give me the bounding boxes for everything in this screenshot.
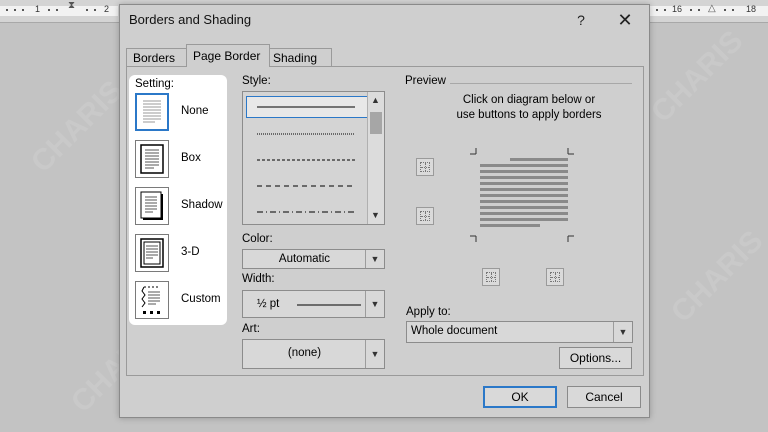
color-value: Automatic	[278, 253, 331, 265]
style-option-dash[interactable]	[257, 185, 355, 188]
right-border-icon	[550, 272, 560, 282]
setting-group: Setting: None Box Shadow 3-D Custom	[129, 75, 227, 325]
setting-box-icon	[135, 140, 169, 178]
preview-instructions: Click on diagram below or use buttons to…	[456, 94, 602, 121]
apply-to-label: Apply to:	[406, 306, 451, 318]
tab-page-border[interactable]: Page Border	[186, 44, 270, 67]
scroll-down-icon[interactable]: ▼	[371, 210, 380, 220]
setting-shadow-icon	[135, 187, 169, 225]
options-button[interactable]: Options...	[559, 347, 632, 369]
setting-custom[interactable]: Custom	[135, 281, 227, 321]
right-indent-marker-icon[interactable]: △	[708, 3, 716, 14]
setting-3d-label: 3-D	[181, 246, 200, 258]
borders-and-shading-dialog: Borders and Shading ? ✕ Borders Page Bor…	[119, 4, 650, 418]
ruler-number: 16	[672, 4, 683, 14]
left-border-button[interactable]	[482, 268, 500, 286]
right-border-button[interactable]	[546, 268, 564, 286]
ruler-number: 18	[746, 4, 757, 14]
indent-marker-icon[interactable]: ⧗	[68, 0, 75, 11]
setting-none[interactable]: None	[135, 93, 227, 133]
chevron-down-icon[interactable]: ▼	[365, 340, 384, 368]
setting-shadow[interactable]: Shadow	[135, 187, 227, 227]
color-dropdown[interactable]: Automatic ▼	[242, 249, 385, 269]
top-border-button[interactable]	[416, 158, 434, 176]
dialog-titlebar[interactable]: Borders and Shading ? ✕	[120, 5, 649, 35]
setting-box[interactable]: Box	[135, 140, 227, 180]
setting-shadow-label: Shadow	[181, 199, 223, 211]
watermark: CHARIS	[644, 24, 750, 129]
setting-custom-icon	[135, 281, 169, 319]
left-border-icon	[486, 272, 496, 282]
preview-diagram[interactable]	[470, 148, 580, 242]
tab-shading[interactable]: Shading	[266, 48, 332, 67]
scroll-up-icon[interactable]: ▲	[371, 95, 380, 105]
apply-to-value: Whole document	[411, 325, 498, 337]
watermark: CHARIS	[24, 74, 130, 179]
dialog-title: Borders and Shading	[129, 12, 252, 27]
bottom-border-button[interactable]	[416, 207, 434, 225]
chevron-down-icon[interactable]: ▼	[365, 291, 384, 317]
style-option-dash-dot[interactable]	[257, 211, 355, 214]
bottom-border-icon	[420, 211, 430, 221]
width-label: Width:	[242, 273, 275, 285]
width-dropdown[interactable]: ½ pt ▼	[242, 290, 385, 318]
art-value: (none)	[287, 347, 322, 359]
style-scrollbar[interactable]: ▲ ▼	[367, 92, 384, 224]
style-option-dotted[interactable]	[257, 133, 355, 136]
preview-divider	[450, 83, 632, 84]
chevron-down-icon[interactable]: ▼	[613, 322, 632, 342]
art-label: Art:	[242, 323, 260, 335]
ruler-page-area-left	[0, 6, 118, 16]
apply-to-dropdown[interactable]: Whole document ▼	[406, 321, 633, 343]
cancel-button[interactable]: Cancel	[567, 386, 641, 408]
setting-label: Setting:	[135, 78, 174, 90]
chevron-down-icon[interactable]: ▼	[365, 250, 384, 268]
ok-button[interactable]: OK	[483, 386, 557, 408]
watermark: CHARIS	[664, 224, 768, 329]
style-option-solid[interactable]	[257, 106, 355, 109]
style-option-small-dash[interactable]	[257, 159, 355, 162]
close-button[interactable]: ✕	[614, 9, 636, 31]
ruler-number: 1	[35, 4, 41, 14]
setting-3d[interactable]: 3-D	[135, 234, 227, 274]
top-border-icon	[420, 162, 430, 172]
setting-box-label: Box	[181, 152, 201, 164]
ruler-number: 2	[104, 4, 110, 14]
preview-label: Preview	[405, 75, 446, 87]
tab-borders[interactable]: Borders	[126, 48, 188, 67]
width-line-sample	[297, 304, 361, 306]
setting-custom-label: Custom	[181, 293, 221, 305]
help-button[interactable]: ?	[570, 10, 592, 30]
style-label: Style:	[242, 75, 271, 87]
color-label: Color:	[242, 233, 273, 245]
setting-3d-icon	[135, 234, 169, 272]
scroll-thumb[interactable]	[370, 112, 382, 134]
setting-none-label: None	[181, 105, 209, 117]
style-listbox[interactable]: ▲ ▼	[242, 91, 385, 225]
art-dropdown[interactable]: (none) ▼	[242, 339, 385, 369]
setting-none-icon	[135, 93, 169, 131]
